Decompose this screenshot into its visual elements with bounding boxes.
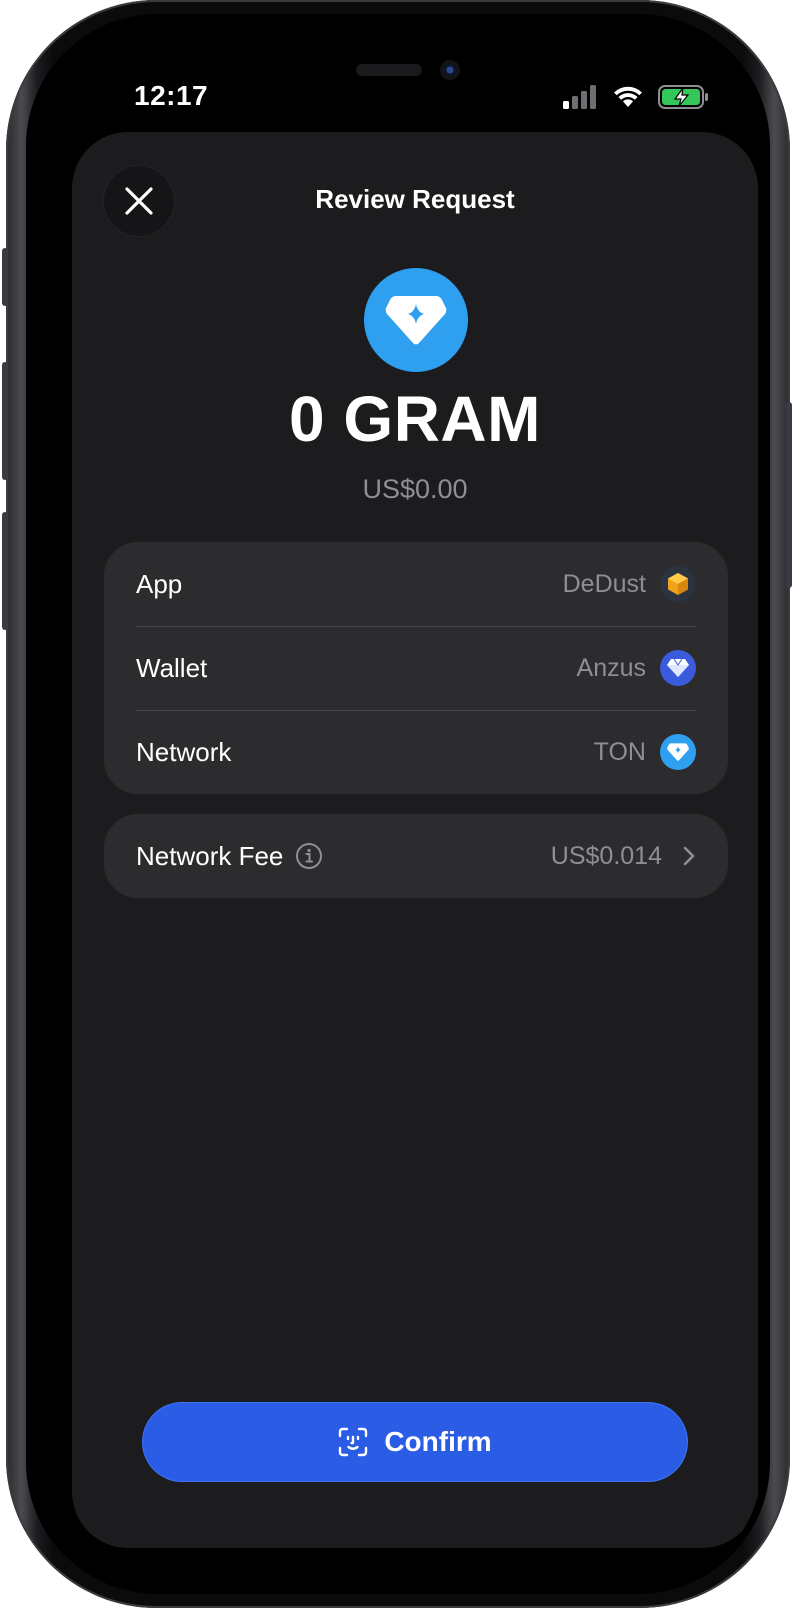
row-label: Wallet <box>136 652 208 683</box>
volume-down-button <box>2 512 8 630</box>
network-fee-label: Network Fee <box>136 840 284 871</box>
network-fee-value: US$0.014 <box>550 841 662 870</box>
chevron-right-icon <box>683 846 695 866</box>
wifi-icon <box>614 86 642 107</box>
info-icon[interactable] <box>295 842 323 870</box>
row-value: TON <box>593 737 646 766</box>
row-value: DeDust <box>562 569 646 598</box>
network-fee-row[interactable]: Network Fee US$0.014 <box>104 814 728 898</box>
volume-up-button <box>2 362 8 480</box>
face-id-icon <box>339 1427 368 1457</box>
earpiece-speaker <box>356 64 422 76</box>
silent-switch <box>2 248 8 306</box>
screen: 12:17 Review Request 0 GRAM US$0.00 App … <box>34 20 762 1588</box>
detail-row-wallet: Wallet Anzus <box>104 626 728 710</box>
details-card: App DeDust Wallet Anzus Network TON <box>104 542 728 794</box>
row-label: Network <box>136 736 232 767</box>
fiat-value: US$0.00 <box>362 474 468 504</box>
battery-charging-icon <box>658 85 708 109</box>
wallet-diamond-icon <box>660 650 696 686</box>
sheet-title: Review Request <box>315 184 515 214</box>
dedust-cube-icon <box>660 566 696 602</box>
detail-row-network: Network TON <box>104 710 728 794</box>
status-time: 12:17 <box>134 80 209 111</box>
power-button <box>786 402 792 588</box>
status-bar: 12:17 <box>34 20 762 130</box>
ton-diamond-icon <box>364 268 468 372</box>
network-fee-card[interactable]: Network Fee US$0.014 <box>104 814 728 898</box>
ton-network-icon <box>660 734 696 770</box>
phone-frame: 12:17 Review Request 0 GRAM US$0.00 App … <box>2 0 792 1608</box>
front-camera <box>440 60 460 80</box>
cellular-signal-icon <box>563 85 596 109</box>
detail-row-app: App DeDust <box>104 542 728 626</box>
review-request-sheet: Review Request 0 GRAM US$0.00 App DeDust <box>72 132 758 1548</box>
bezel: 12:17 Review Request 0 GRAM US$0.00 App … <box>26 14 770 1594</box>
confirm-button[interactable]: Confirm <box>142 1402 688 1482</box>
confirm-label: Confirm <box>384 1426 492 1457</box>
token-amount: 0 GRAM <box>289 383 541 455</box>
row-label: App <box>136 568 183 599</box>
row-value: Anzus <box>576 653 646 682</box>
status-icons <box>562 84 710 110</box>
